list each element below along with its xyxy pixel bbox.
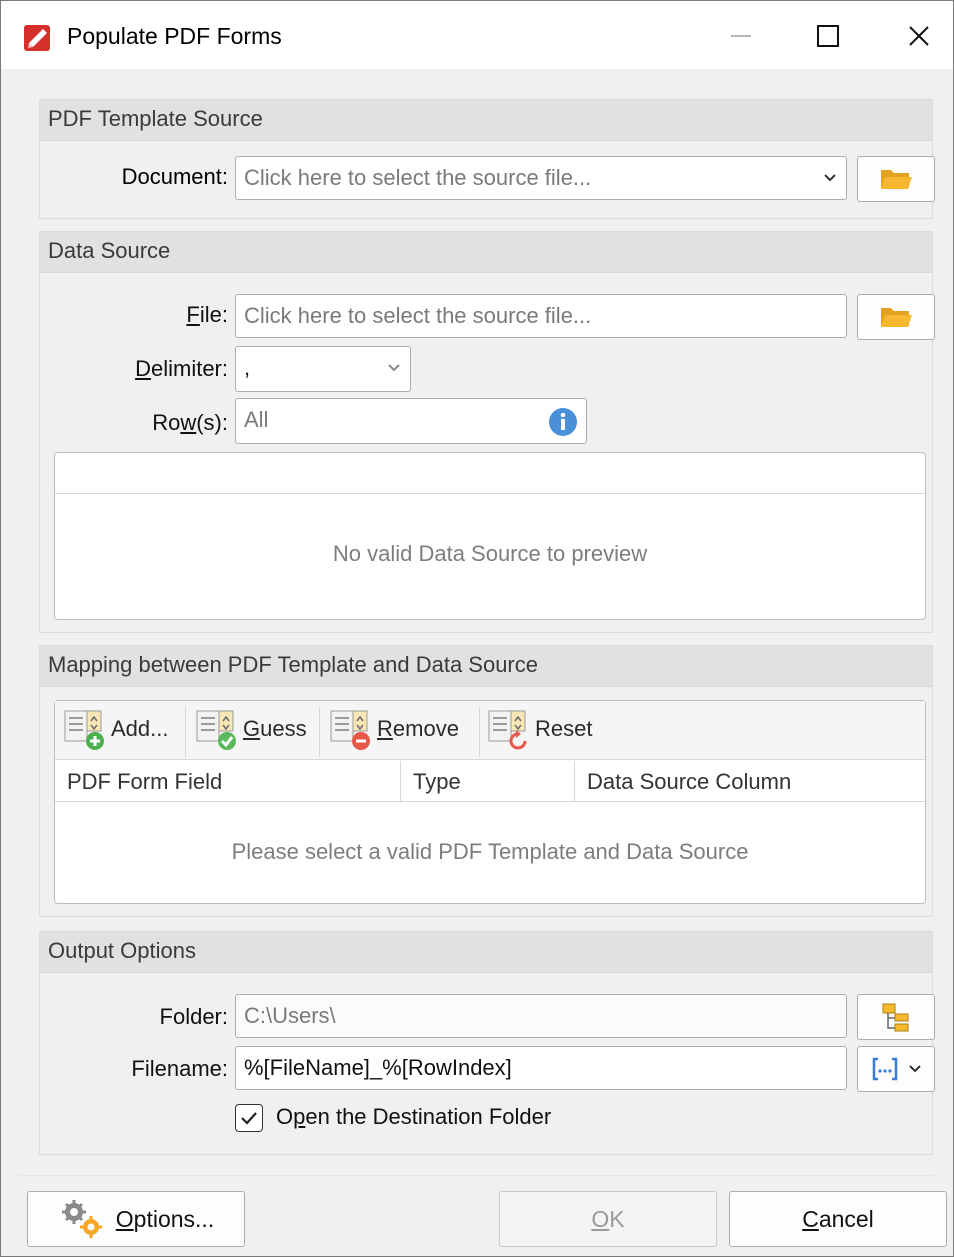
- maximize-icon: [817, 25, 839, 47]
- chevron-down-icon: [382, 347, 406, 389]
- filename-label: Filename:: [131, 1056, 228, 1081]
- cancel-label: Cancel: [802, 1205, 874, 1232]
- output-options-group: Output Options Folder: C:\Users\ Filenam…: [39, 931, 935, 1155]
- options-label: Options...: [115, 1205, 215, 1232]
- mapping-empty-text: Please select a valid PDF Template and D…: [231, 839, 749, 864]
- add-label: Add...: [111, 716, 169, 741]
- browse-data-file-button[interactable]: [857, 294, 935, 340]
- column-header-divider: [55, 801, 925, 802]
- app-pdf-icon: [24, 25, 50, 51]
- pdf-template-source-group: PDF Template Source Document: Click here…: [39, 99, 935, 219]
- reset-label: Reset: [535, 716, 593, 741]
- rows-input[interactable]: All: [235, 398, 587, 444]
- macro-icon: [872, 1057, 898, 1081]
- dialog-body: PDF Template Source Document: Click here…: [19, 69, 935, 1173]
- rows-value: All: [244, 407, 269, 432]
- browse-folder-button[interactable]: [857, 994, 935, 1040]
- browse-document-button[interactable]: [857, 156, 935, 202]
- window-title: Populate PDF Forms: [67, 23, 282, 49]
- group-title: Mapping between PDF Template and Data So…: [48, 652, 538, 677]
- delimiter-value: ,: [244, 355, 251, 380]
- cancel-button[interactable]: Cancel: [729, 1191, 947, 1247]
- close-icon: [909, 26, 929, 46]
- preview-empty-text: No valid Data Source to preview: [332, 541, 648, 566]
- guess-field-icon: [196, 710, 236, 750]
- data-source-group: Data Source File: Click here to select t…: [39, 231, 935, 633]
- add-mapping-button[interactable]: Add...: [63, 707, 168, 751]
- column-header-pdf-form-field[interactable]: PDF Form Field: [55, 761, 401, 801]
- folder-icon: [881, 170, 912, 189]
- folder-tree-icon: [882, 1003, 909, 1032]
- footer-divider: [19, 1175, 935, 1176]
- open-folder-checkbox[interactable]: [235, 1104, 263, 1132]
- guess-mapping-button[interactable]: Guess: [195, 707, 307, 751]
- data-file-input[interactable]: Click here to select the source file...: [235, 294, 847, 338]
- ok-button[interactable]: OK: [499, 1191, 717, 1247]
- chevron-down-icon: [818, 157, 842, 199]
- close-button[interactable]: [889, 11, 949, 61]
- minimize-icon: [731, 35, 751, 37]
- options-button[interactable]: Options...: [27, 1191, 245, 1247]
- remove-field-icon: [330, 710, 370, 750]
- mapping-table: Add... Guess Remove Reset PDF Form Field…: [54, 700, 926, 904]
- group-title: Data Source: [48, 238, 171, 263]
- reset-mapping-button[interactable]: Reset: [487, 707, 592, 751]
- rows-label: Row(s):: [152, 410, 228, 435]
- data-preview-table: No valid Data Source to preview: [54, 452, 926, 620]
- ok-label: OK: [591, 1205, 625, 1232]
- group-title: PDF Template Source: [48, 106, 263, 131]
- mapping-group: Mapping between PDF Template and Data So…: [39, 645, 933, 917]
- delimiter-label: Delimiter:: [135, 356, 228, 381]
- column-header-type[interactable]: Type: [401, 761, 575, 801]
- preview-header-divider: [55, 493, 925, 494]
- minimize-button[interactable]: [711, 11, 771, 61]
- group-header: Data Source: [40, 232, 932, 273]
- filename-macro-button[interactable]: [857, 1046, 935, 1092]
- remove-mapping-button[interactable]: Remove: [329, 707, 459, 751]
- delimiter-select[interactable]: ,: [235, 346, 411, 392]
- chevron-down-icon: [909, 1065, 921, 1073]
- file-label: File:: [186, 302, 228, 327]
- folder-icon: [881, 308, 912, 327]
- document-combobox[interactable]: Click here to select the source file...: [235, 156, 847, 200]
- column-header-data-source-column[interactable]: Data Source Column: [575, 761, 925, 801]
- maximize-button[interactable]: [798, 11, 858, 61]
- file-placeholder: Click here to select the source file...: [244, 303, 592, 328]
- toolbar-separator: [185, 707, 186, 757]
- group-title: Output Options: [48, 938, 196, 963]
- toolbar-separator: [319, 707, 320, 757]
- output-filename-input[interactable]: %[FileName]_%[RowIndex]: [235, 1046, 847, 1090]
- gears-icon: [61, 1200, 102, 1238]
- guess-label: Guess: [243, 716, 307, 741]
- toolbar-separator: [479, 707, 480, 757]
- document-placeholder: Click here to select the source file...: [244, 165, 592, 190]
- add-field-icon: [64, 710, 104, 750]
- remove-label: Remove: [377, 716, 459, 741]
- filename-value: %[FileName]_%[RowIndex]: [244, 1055, 512, 1080]
- folder-label: Folder:: [159, 1004, 228, 1029]
- populate-pdf-forms-dialog: Populate PDF Forms PDF Template Source D…: [0, 0, 954, 1257]
- group-header: PDF Template Source: [40, 100, 932, 141]
- reset-field-icon: [488, 710, 527, 750]
- group-header: Mapping between PDF Template and Data So…: [40, 646, 932, 687]
- title-bar: Populate PDF Forms: [1, 1, 953, 69]
- output-folder-input[interactable]: C:\Users\: [235, 994, 847, 1038]
- document-label: Document:: [121, 164, 228, 189]
- group-header: Output Options: [40, 932, 932, 973]
- open-folder-label[interactable]: Open the Destination Folder: [276, 1104, 551, 1130]
- checkmark-icon: [241, 1112, 257, 1125]
- folder-value: C:\Users\: [244, 1003, 336, 1028]
- info-icon[interactable]: [548, 407, 578, 437]
